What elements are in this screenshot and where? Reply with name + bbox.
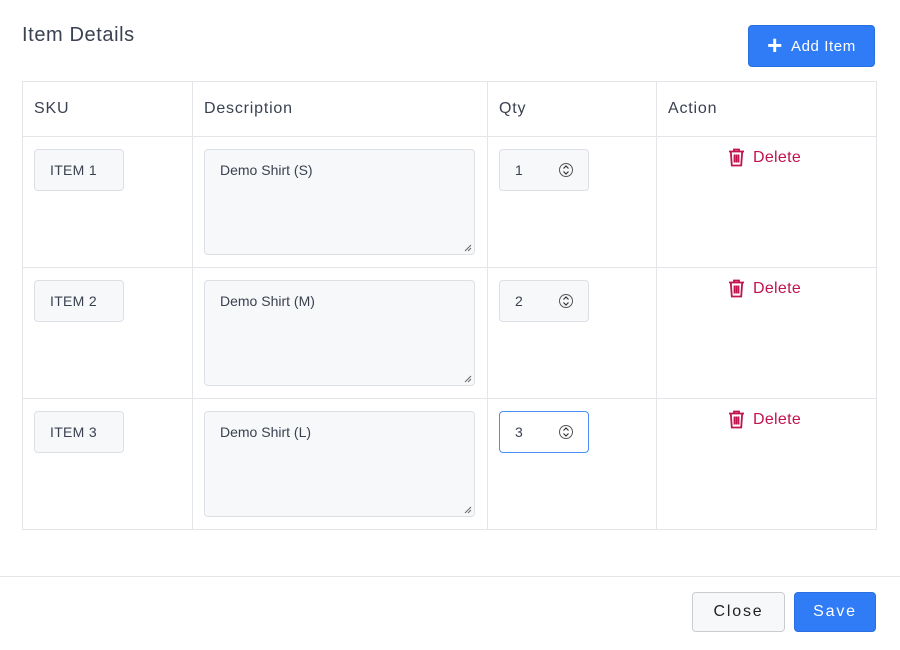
items-table: SKU Description Qty Action Demo Shirt (S…: [22, 81, 877, 530]
close-button[interactable]: Close: [692, 592, 785, 632]
description-textarea[interactable]: Demo Shirt (M): [204, 280, 475, 386]
delete-button[interactable]: Delete: [728, 410, 801, 429]
column-header-description: Description: [192, 81, 488, 137]
save-button[interactable]: Save: [794, 592, 876, 632]
qty-cell: [487, 398, 657, 530]
column-header-action: Action: [656, 81, 877, 137]
sku-input[interactable]: [34, 280, 124, 322]
delete-label: Delete: [753, 279, 802, 297]
trash-icon: [729, 148, 744, 167]
page-title: Item Details: [22, 24, 135, 46]
delete-label: Delete: [753, 148, 802, 166]
resize-handle-icon[interactable]: [464, 244, 472, 252]
trash-icon: [729, 410, 744, 429]
delete-button[interactable]: Delete: [728, 279, 801, 298]
stepper-icon[interactable]: [559, 293, 573, 309]
description-textarea[interactable]: Demo Shirt (L): [204, 411, 475, 517]
sku-cell: [22, 398, 193, 530]
delete-button[interactable]: Delete: [728, 148, 801, 167]
table-header-row: SKU Description Qty Action: [22, 81, 877, 137]
table-row: Demo Shirt (S) Delete: [22, 136, 877, 268]
action-cell: Delete: [656, 398, 877, 530]
table-row: Demo Shirt (M) Delete: [22, 267, 877, 399]
resize-handle-icon[interactable]: [464, 375, 472, 383]
qty-input[interactable]: [499, 411, 589, 453]
description-cell: Demo Shirt (M): [192, 267, 488, 399]
sku-cell: [22, 267, 193, 399]
sku-input[interactable]: [34, 149, 124, 191]
footer-divider: [0, 576, 900, 577]
sku-cell: [22, 136, 193, 268]
action-cell: Delete: [656, 136, 877, 268]
qty-input[interactable]: [499, 149, 589, 191]
column-header-qty: Qty: [487, 81, 657, 137]
qty-cell: [487, 136, 657, 268]
sku-input[interactable]: [34, 411, 124, 453]
qty-cell: [487, 267, 657, 399]
column-header-sku: SKU: [22, 81, 193, 137]
trash-icon: [729, 279, 744, 298]
description-cell: Demo Shirt (L): [192, 398, 488, 530]
table-row: Demo Shirt (L) Delete: [22, 398, 877, 530]
resize-handle-icon[interactable]: [464, 506, 472, 514]
action-cell: Delete: [656, 267, 877, 399]
description-textarea[interactable]: Demo Shirt (S): [204, 149, 475, 255]
add-item-button[interactable]: + Add Item: [748, 25, 875, 67]
stepper-icon[interactable]: [559, 162, 573, 178]
delete-label: Delete: [753, 410, 802, 428]
qty-input[interactable]: [499, 280, 589, 322]
description-cell: Demo Shirt (S): [192, 136, 488, 268]
plus-icon: +: [767, 30, 783, 60]
add-item-label: Add Item: [790, 37, 856, 55]
stepper-icon[interactable]: [559, 424, 573, 440]
